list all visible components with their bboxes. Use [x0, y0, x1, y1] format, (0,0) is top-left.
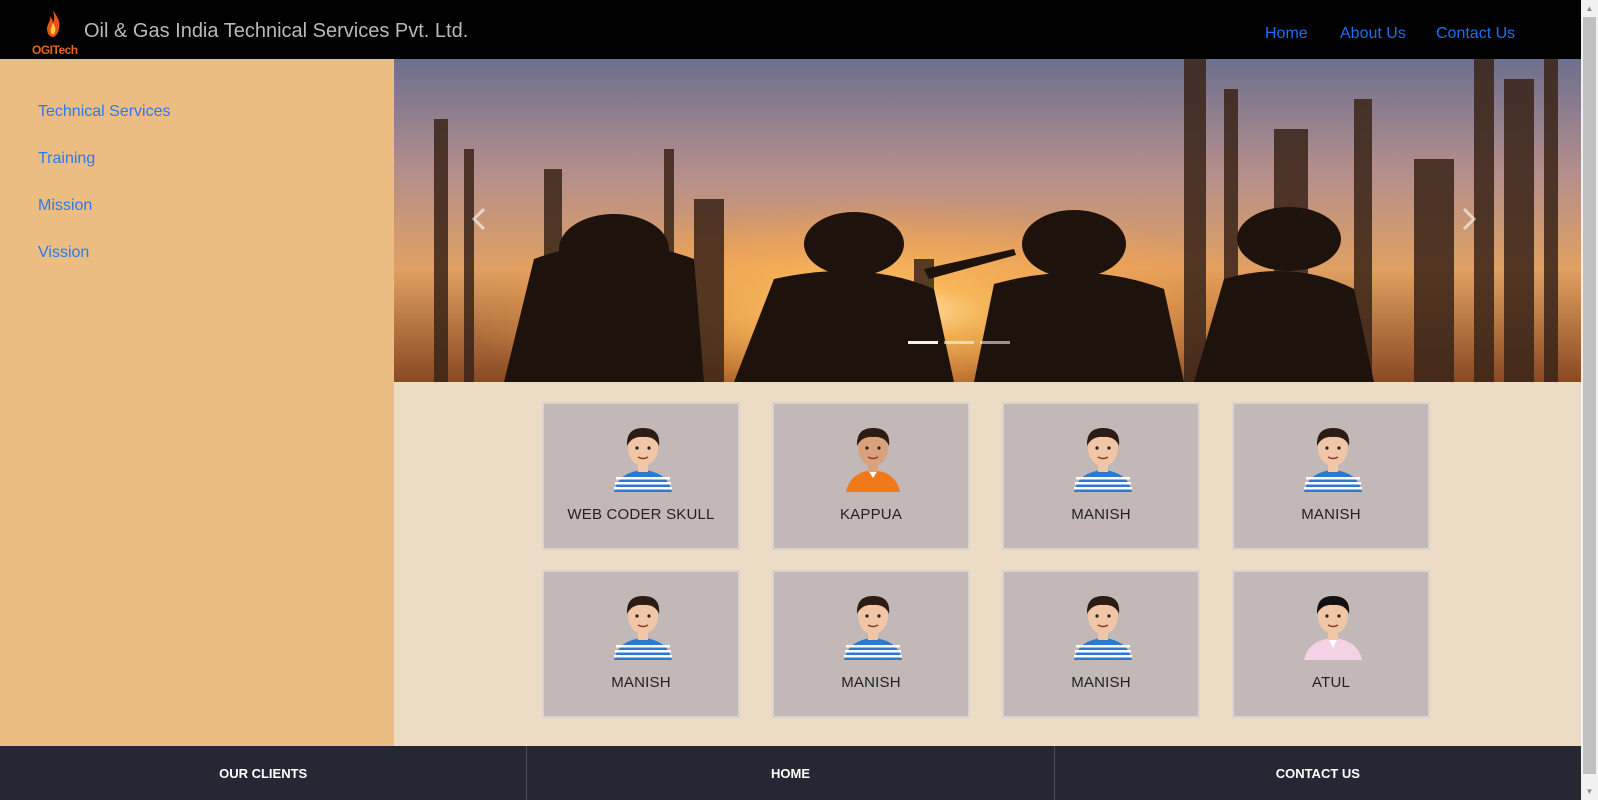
team-member-name: WEB CODER SKULL [567, 506, 715, 523]
logo-text: OGITech [32, 43, 78, 57]
sidebar-item-technical-services[interactable]: Technical Services [38, 103, 171, 121]
footer-contact-us[interactable]: CONTACT US [1055, 746, 1581, 800]
team-card[interactable]: KAPPUA [772, 402, 970, 550]
company-logo[interactable]: OGITech [30, 10, 78, 57]
team-member-name: MANISH [611, 674, 671, 691]
avatar-striped-shirt-man [608, 590, 678, 660]
avatar-striped-shirt-man [608, 422, 678, 492]
team-card[interactable]: MANISH [1002, 570, 1200, 718]
avatar-striped-shirt-man [838, 590, 908, 660]
sidebar-item-mission[interactable]: Mission [38, 197, 92, 215]
carousel-indicator-3[interactable] [980, 341, 1010, 344]
scroll-down-arrow-icon[interactable]: ▼ [1581, 783, 1598, 800]
team-card[interactable]: ATUL [1232, 570, 1430, 718]
team-card[interactable]: MANISH [542, 570, 740, 718]
nav-contact-us[interactable]: Contact Us [1436, 25, 1515, 43]
footer-our-clients[interactable]: OUR CLIENTS [0, 746, 528, 800]
avatar-striped-shirt-man [1068, 422, 1138, 492]
avatar-striped-shirt-man [1298, 422, 1368, 492]
avatar-orange-shirt-man [838, 422, 908, 492]
hero-carousel[interactable] [394, 59, 1581, 382]
avatar-striped-shirt-man [1068, 590, 1138, 660]
footer-home[interactable]: HOME [527, 746, 1055, 800]
carousel-indicators [908, 341, 1010, 344]
team-card[interactable]: MANISH [772, 570, 970, 718]
chevron-left-icon[interactable] [464, 199, 494, 239]
brand-name: Oil & Gas India Technical Services Pvt. … [84, 20, 469, 42]
team-member-name: MANISH [1071, 506, 1131, 523]
team-member-name: ATUL [1311, 674, 1351, 691]
chevron-right-icon[interactable] [1454, 199, 1484, 239]
team-card[interactable]: MANISH [1232, 402, 1430, 550]
nav-about-us[interactable]: About Us [1340, 25, 1406, 43]
carousel-indicator-2[interactable] [944, 341, 974, 344]
team-card[interactable]: MANISH [1002, 402, 1200, 550]
carousel-indicator-1[interactable] [908, 341, 938, 344]
top-navbar: OGITech Oil & Gas India Technical Servic… [0, 0, 1581, 59]
scroll-up-arrow-icon[interactable]: ▲ [1581, 0, 1598, 17]
scrollbar-thumb[interactable] [1583, 17, 1596, 774]
team-member-name: KAPPUA [839, 506, 903, 523]
footer-bar: OUR CLIENTS HOME CONTACT US [0, 746, 1581, 800]
team-member-name: MANISH [1071, 674, 1131, 691]
sidebar-item-training[interactable]: Training [38, 150, 95, 168]
team-card[interactable]: WEB CODER SKULL [542, 402, 740, 550]
nav-home[interactable]: Home [1265, 25, 1308, 43]
carousel-slide-image [394, 59, 1581, 382]
sidebar: Technical Services Training Mission Viss… [0, 59, 394, 746]
vertical-scrollbar[interactable]: ▲ ▼ [1581, 0, 1598, 800]
team-member-name: MANISH [841, 674, 901, 691]
avatar-pink-shirt-man [1298, 590, 1368, 660]
team-member-name: MANISH [1301, 506, 1361, 523]
flame-icon [47, 10, 60, 37]
sidebar-item-vission[interactable]: Vission [38, 244, 89, 262]
